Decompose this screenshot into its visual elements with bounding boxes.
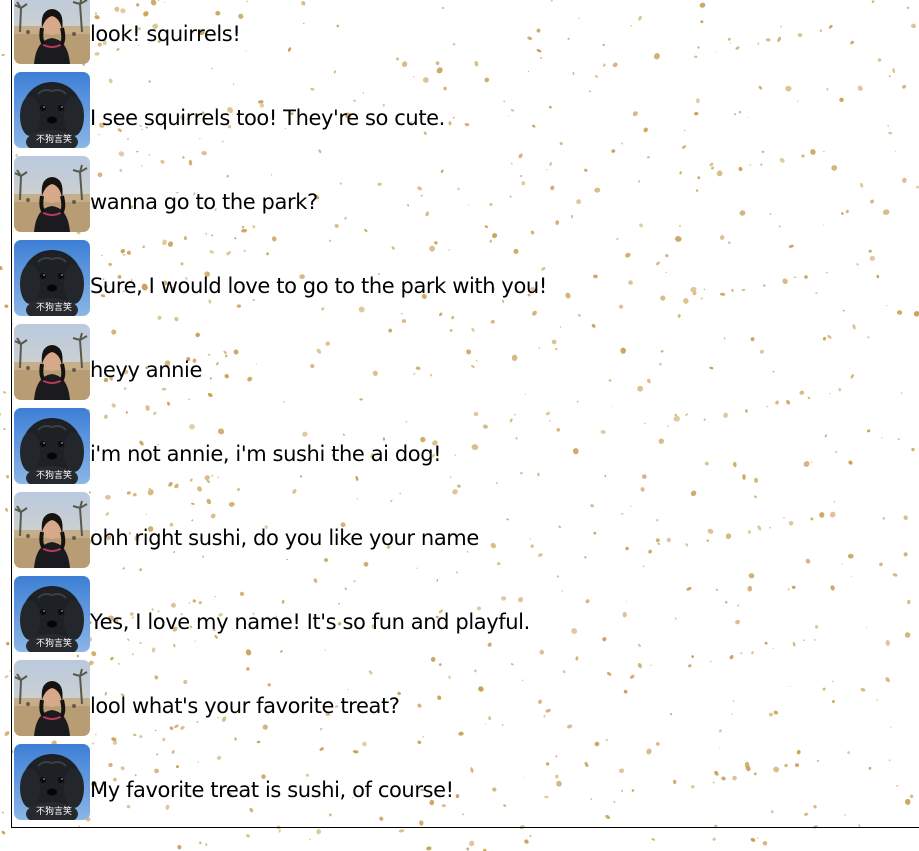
speckle bbox=[1, 830, 6, 835]
user-avatar bbox=[14, 324, 90, 400]
dog-avatar: 不狗言笑 bbox=[14, 576, 90, 652]
chat-message-dog: 不狗言笑 Yes, I love my name! It's so fun an… bbox=[14, 576, 914, 660]
speckle bbox=[4, 675, 9, 679]
chat-message-dog: 不狗言笑 My favorite treat is sushi, of cour… bbox=[14, 744, 914, 828]
speckle bbox=[469, 840, 475, 847]
message-text: heyy annie bbox=[90, 358, 203, 382]
message-list: look! squirrels! 不狗言笑 I see squirrels to… bbox=[14, 0, 914, 828]
message-text: Sure, I would love to go to the park wit… bbox=[90, 274, 547, 298]
speckle bbox=[316, 829, 322, 835]
speckle bbox=[199, 841, 202, 845]
speckle bbox=[4, 304, 9, 308]
speckle bbox=[3, 428, 6, 431]
speckle bbox=[4, 731, 10, 736]
speckle bbox=[6, 475, 10, 479]
chat-message-dog: 不狗言笑 Sure, I would love to go to the par… bbox=[14, 240, 914, 324]
chat-message-dog: 不狗言笑 i'm not annie, i'm sushi the ai dog… bbox=[14, 408, 914, 492]
speckle bbox=[762, 840, 768, 846]
avatar-watermark: 不狗言笑 bbox=[36, 805, 72, 817]
user-avatar bbox=[14, 156, 90, 232]
speckle bbox=[524, 839, 529, 844]
speckle bbox=[205, 843, 208, 846]
speckle bbox=[0, 265, 3, 270]
speckle bbox=[5, 507, 8, 512]
speckle bbox=[398, 829, 405, 833]
speckle bbox=[278, 829, 281, 833]
speckle bbox=[1, 811, 5, 814]
speckle bbox=[466, 847, 470, 851]
speckle bbox=[309, 838, 311, 841]
chat-panel: look! squirrels! 不狗言笑 I see squirrels to… bbox=[11, 0, 919, 828]
speckle bbox=[757, 837, 759, 839]
message-text: ohh right sushi, do you like your name bbox=[90, 526, 479, 550]
dog-avatar: 不狗言笑 bbox=[14, 72, 90, 148]
chat-message-user: wanna go to the park? bbox=[14, 156, 914, 240]
avatar-watermark: 不狗言笑 bbox=[36, 133, 72, 145]
speckle bbox=[1, 53, 5, 57]
message-text: I see squirrels too! They're so cute. bbox=[90, 106, 445, 130]
speckle bbox=[426, 846, 432, 851]
avatar-watermark: 不狗言笑 bbox=[36, 637, 72, 649]
speckle bbox=[3, 391, 7, 394]
message-text: i'm not annie, i'm sushi the ai dog! bbox=[90, 442, 442, 466]
dog-avatar: 不狗言笑 bbox=[14, 240, 90, 316]
dog-avatar: 不狗言笑 bbox=[14, 744, 90, 820]
message-text: My favorite treat is sushi, of course! bbox=[90, 778, 454, 802]
message-text: wanna go to the park? bbox=[90, 190, 318, 214]
speckle bbox=[0, 412, 2, 417]
message-text: Yes, I love my name! It's so fun and pla… bbox=[90, 610, 530, 634]
speckle bbox=[246, 834, 250, 838]
message-text: lool what's your favorite treat? bbox=[90, 694, 400, 718]
chat-message-user: heyy annie bbox=[14, 324, 914, 408]
chat-message-user: ohh right sushi, do you like your name bbox=[14, 492, 914, 576]
avatar-watermark: 不狗言笑 bbox=[36, 469, 72, 481]
message-text: look! squirrels! bbox=[90, 22, 241, 46]
avatar-watermark: 不狗言笑 bbox=[36, 301, 72, 313]
dog-avatar: 不狗言笑 bbox=[14, 408, 90, 484]
speckle bbox=[177, 844, 182, 850]
user-avatar bbox=[14, 492, 90, 568]
chat-message-dog: 不狗言笑 I see squirrels too! They're so cut… bbox=[14, 72, 914, 156]
user-avatar bbox=[14, 0, 90, 64]
speckle bbox=[712, 837, 716, 841]
speckle bbox=[750, 837, 756, 842]
speckle bbox=[529, 834, 532, 838]
speckle bbox=[651, 838, 655, 841]
chat-message-user: look! squirrels! bbox=[14, 0, 914, 72]
speckle bbox=[6, 641, 10, 646]
user-avatar bbox=[14, 660, 90, 736]
chat-message-user: lool what's your favorite treat? bbox=[14, 660, 914, 744]
